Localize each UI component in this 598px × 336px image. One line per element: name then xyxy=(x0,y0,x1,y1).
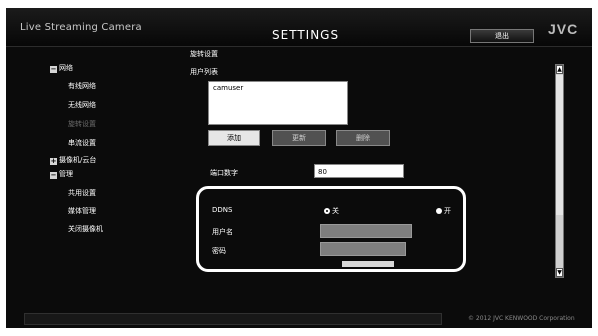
collapse-icon[interactable]: − xyxy=(50,66,57,73)
sidebar-item-broadcast[interactable]: 旋转设置 xyxy=(68,119,96,129)
password-label: 密码 xyxy=(212,247,226,255)
scroll-down-icon[interactable]: ▼ xyxy=(556,268,563,277)
scroll-up-icon[interactable]: ▲ xyxy=(556,65,563,74)
sidebar-group-camera-label: 摄像机/云台 xyxy=(59,156,97,164)
vertical-scrollbar[interactable]: ▲ ▼ xyxy=(555,64,564,278)
partially-visible-button[interactable] xyxy=(342,261,394,267)
sidebar-group-management-label: 管理 xyxy=(59,170,73,178)
sidebar-group-management[interactable]: − 管理 xyxy=(50,169,73,179)
ddns-on-radio[interactable]: 开 xyxy=(436,206,451,216)
sidebar-item-shared[interactable]: 共用设置 xyxy=(68,188,96,198)
exit-button[interactable]: 退出 xyxy=(470,29,534,43)
collapse-icon[interactable]: − xyxy=(50,172,57,179)
settings-panel: 旋转设置 用户列表 camuser 添加 更新 删除 端口数字 80 DDNS … xyxy=(186,48,560,280)
sidebar-item-wired[interactable]: 有线网络 xyxy=(68,81,96,91)
radio-unselected-icon xyxy=(436,208,442,214)
add-button[interactable]: 添加 xyxy=(208,130,260,146)
port-number-input[interactable]: 80 xyxy=(314,164,404,178)
update-button[interactable]: 更新 xyxy=(272,130,326,146)
header-bar: Live Streaming Camera SETTINGS 退出 JVC xyxy=(6,8,592,47)
sidebar-item-media[interactable]: 媒体管理 xyxy=(68,206,96,216)
ddns-off-radio[interactable]: 关 xyxy=(324,206,339,216)
sidebar-item-streaming[interactable]: 串流设置 xyxy=(68,138,96,148)
user-list[interactable]: camuser xyxy=(208,81,348,125)
delete-button[interactable]: 删除 xyxy=(336,130,390,146)
list-item[interactable]: camuser xyxy=(213,84,243,92)
sidebar-item-wireless[interactable]: 无线网络 xyxy=(68,100,96,110)
jvc-logo: JVC xyxy=(548,21,579,37)
port-number-label: 端口数字 xyxy=(210,169,238,177)
sidebar-group-network[interactable]: − 网络 xyxy=(50,63,73,73)
scroll-thumb[interactable] xyxy=(556,75,563,215)
page-title: SETTINGS xyxy=(272,28,340,42)
sidebar: − 网络 有线网络 无线网络 旋转设置 串流设置 + 摄像机/云台 − 管理 共用设置… xyxy=(6,48,176,278)
password-input[interactable] xyxy=(320,242,406,256)
ddns-label: DDNS xyxy=(212,206,233,214)
sidebar-item-shutdown[interactable]: 关闭摄像机 xyxy=(68,224,103,234)
section-title: 旋转设置 xyxy=(190,50,218,58)
radio-selected-icon xyxy=(324,208,330,214)
copyright: © 2012 JVC KENWOOD Corporation xyxy=(468,315,575,322)
settings-window: Live Streaming Camera SETTINGS 退出 JVC − 网… xyxy=(6,8,592,328)
ddns-off-label: 关 xyxy=(332,207,339,215)
app-name: Live Streaming Camera xyxy=(20,22,142,33)
username-label: 用户名 xyxy=(212,228,233,236)
sidebar-group-network-label: 网络 xyxy=(59,64,73,72)
user-list-label: 用户列表 xyxy=(190,68,218,76)
status-bar xyxy=(24,313,442,325)
expand-icon[interactable]: + xyxy=(50,158,57,165)
ddns-on-label: 开 xyxy=(444,207,451,215)
username-input[interactable] xyxy=(320,224,412,238)
sidebar-group-camera[interactable]: + 摄像机/云台 xyxy=(50,155,96,165)
